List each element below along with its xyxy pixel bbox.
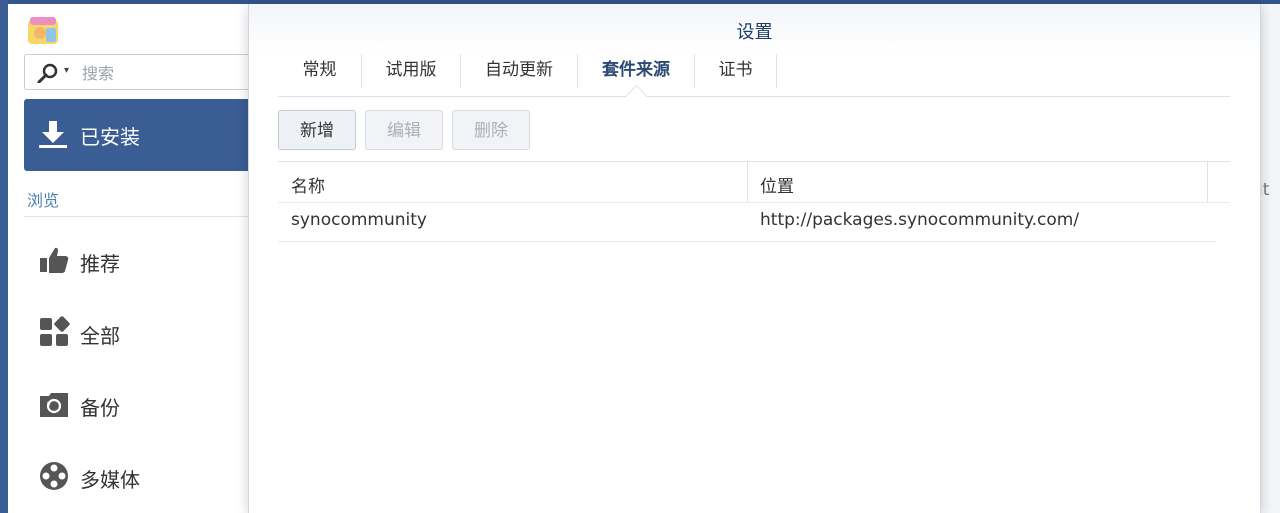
add-button[interactable]: 新增 xyxy=(278,110,356,150)
dialog-header: 设置 xyxy=(249,4,1260,52)
cell-source-name: synocommunity xyxy=(291,210,427,230)
edit-button[interactable]: 编辑 xyxy=(365,110,443,150)
tab-package-sources[interactable]: 套件来源 xyxy=(578,52,694,88)
table-row[interactable]: synocommunity http://packages.synocommun… xyxy=(278,201,1216,242)
search-icon[interactable] xyxy=(37,63,59,83)
delete-button[interactable]: 删除 xyxy=(452,110,530,150)
sidebar-item-label: 全部 xyxy=(80,324,120,348)
divider xyxy=(24,216,260,217)
backup-icon xyxy=(40,393,68,417)
sidebar-item-label: 推荐 xyxy=(80,252,120,276)
film-reel-icon xyxy=(40,462,68,490)
cell-source-location: http://packages.synocommunity.com/ xyxy=(760,210,1080,230)
browse-section-title: 浏览 xyxy=(27,191,60,210)
column-divider[interactable] xyxy=(747,162,748,202)
column-header-name[interactable]: 名称 xyxy=(291,172,325,197)
tab-auto-update[interactable]: 自动更新 xyxy=(461,52,577,88)
sidebar-item-backup[interactable]: 备份 xyxy=(24,374,260,434)
settings-dialog: 设置 常规 试用版 自动更新 套件来源 证书 新增 编辑 删除 名称 位置 sy… xyxy=(248,4,1261,513)
table-header: 名称 位置 xyxy=(278,161,1230,203)
download-icon xyxy=(39,121,67,148)
search-box[interactable]: ▾ xyxy=(24,54,264,90)
tab-general[interactable]: 常规 xyxy=(278,52,361,88)
sidebar-item-label: 已安装 xyxy=(80,125,140,149)
sidebar-item-multimedia[interactable]: 多媒体 xyxy=(24,446,260,506)
grid-shapes-icon xyxy=(40,316,70,346)
thumbs-up-icon xyxy=(40,247,69,273)
tab-beta[interactable]: 试用版 xyxy=(362,52,460,88)
sidebar-item-label: 备份 xyxy=(80,396,120,420)
sidebar: ▾ 已安装 浏览 推荐 全部 备份 xyxy=(8,4,264,513)
package-center-icon[interactable] xyxy=(26,14,60,48)
column-divider[interactable] xyxy=(1207,162,1208,202)
tab-bar: 常规 试用版 自动更新 套件来源 证书 xyxy=(278,52,1230,107)
sidebar-item-recommended[interactable]: 推荐 xyxy=(24,230,260,290)
active-tab-indicator xyxy=(625,84,648,107)
tab-certificate[interactable]: 证书 xyxy=(695,52,776,88)
dialog-title: 设置 xyxy=(736,22,773,43)
sidebar-item-label: 多媒体 xyxy=(80,468,140,492)
sidebar-item-installed[interactable]: 已安装 xyxy=(24,99,260,171)
sidebar-item-all[interactable]: 全部 xyxy=(24,302,260,362)
chevron-down-icon[interactable]: ▾ xyxy=(64,65,69,76)
column-header-location[interactable]: 位置 xyxy=(760,172,794,197)
window-edge xyxy=(0,0,8,513)
search-input[interactable] xyxy=(80,61,254,85)
tab-divider xyxy=(776,54,777,88)
